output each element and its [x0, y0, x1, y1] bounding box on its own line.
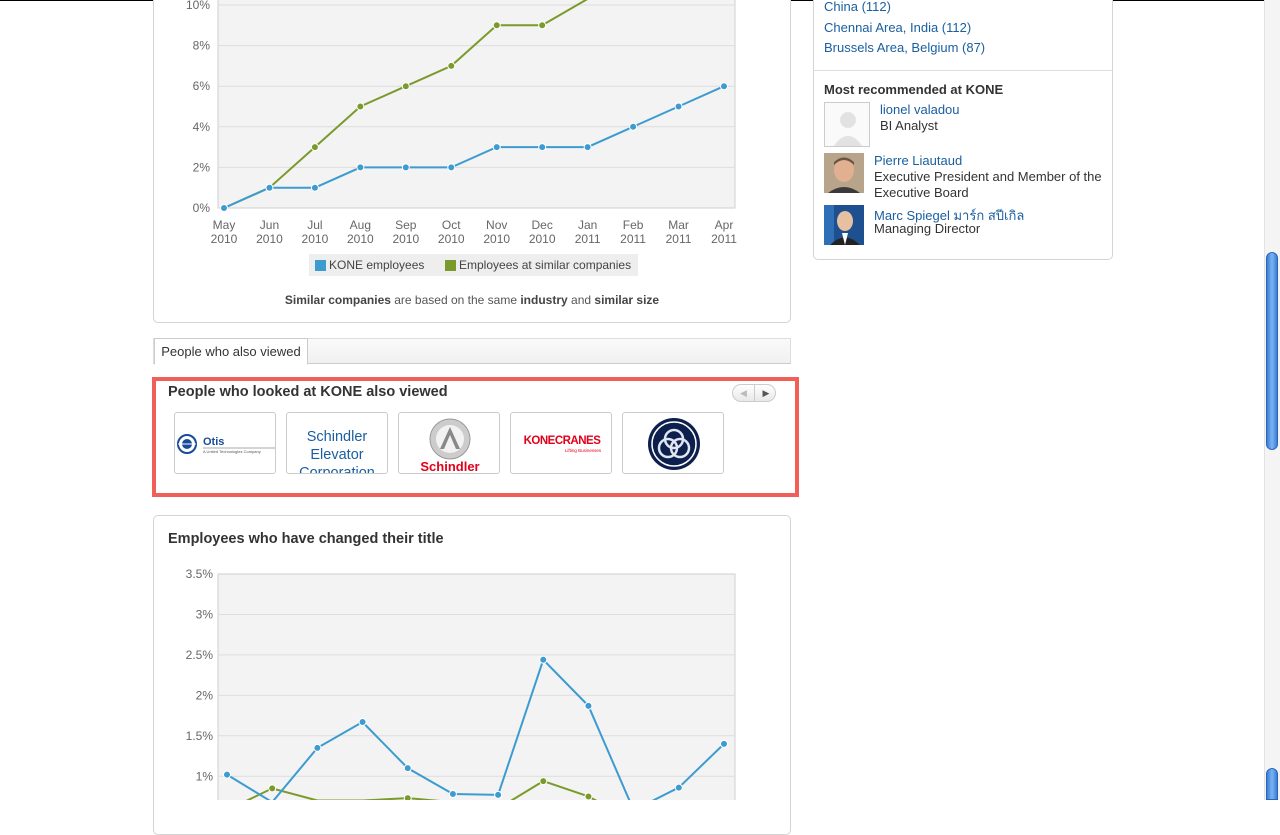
title-data-point	[539, 777, 548, 786]
title-data-point	[584, 701, 593, 710]
title-data-point	[223, 770, 231, 779]
title-y-tick-label: 2%	[196, 688, 214, 702]
title-data-point	[494, 790, 503, 799]
scrollbar-thumb-secondary[interactable]	[1266, 768, 1278, 800]
most-recommended-title: Most recommended at KONE	[824, 82, 1004, 97]
avatar-marc[interactable]	[824, 205, 864, 245]
person-role-marc: Managing Director	[874, 221, 981, 236]
person-link-lionel[interactable]: lionel valadou	[880, 102, 960, 117]
location-link-brussels[interactable]: Brussels Area, Belgium (87)	[824, 40, 985, 55]
title-data-point	[584, 792, 593, 800]
title-y-tick-label: 2.5%	[186, 648, 214, 662]
title-data-point	[674, 783, 683, 792]
title-data-point	[539, 655, 548, 664]
avatar-pierre[interactable]	[824, 153, 864, 193]
title-data-point	[403, 764, 412, 773]
title-y-tick-label: 1%	[196, 769, 214, 783]
title-change-chart: 3.5% 3% 2.5% 2% 1.5% 1%	[186, 567, 736, 800]
location-link-chennai[interactable]: Chennai Area, India (112)	[824, 20, 971, 35]
title-data-point	[403, 794, 412, 800]
location-link-china[interactable]: China (112)	[824, 0, 891, 14]
avatar-placeholder[interactable]	[824, 102, 870, 147]
title-data-point	[268, 784, 277, 793]
person-role-pierre: Executive President and Member of the Ex…	[874, 169, 1102, 200]
person-link-pierre[interactable]: Pierre Liautaud	[874, 153, 962, 168]
title-y-tick-label: 3%	[196, 607, 214, 621]
sidebar-divider	[814, 70, 1112, 71]
title-data-point	[313, 743, 322, 752]
title-data-point	[358, 718, 367, 727]
title-data-point	[720, 739, 728, 748]
title-plot-area	[217, 573, 736, 800]
title-y-tick-label: 3.5%	[186, 567, 214, 581]
title-y-tick-label: 1.5%	[186, 729, 214, 743]
scrollbar-thumb[interactable]	[1266, 252, 1278, 450]
title-data-point	[448, 790, 457, 799]
default-person-icon	[833, 112, 863, 146]
person-role-lionel: BI Analyst	[880, 118, 938, 133]
